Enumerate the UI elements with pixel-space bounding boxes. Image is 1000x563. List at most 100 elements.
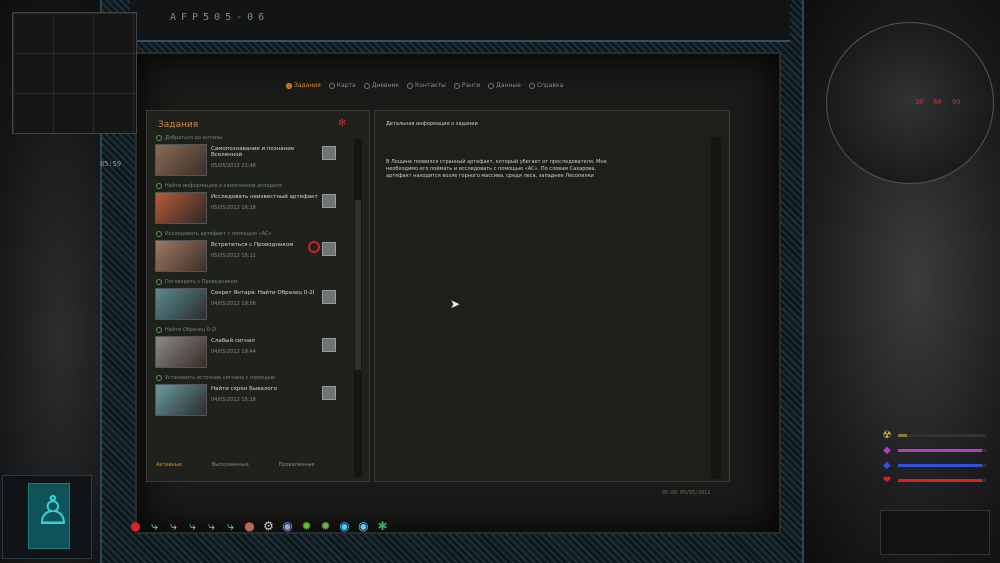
mouse-cursor-icon: ➤ xyxy=(450,297,461,311)
pda-serial: AFP505-06 xyxy=(170,12,270,23)
task-date: 05/05/2012 15:11 xyxy=(211,253,256,259)
task-date: 05/05/2012 16:18 xyxy=(211,205,256,211)
filter-completed[interactable]: Выполненные xyxy=(212,462,249,468)
objective-text: Установить источник сигнала с помощью xyxy=(165,375,275,381)
tasks-title: Задания xyxy=(158,120,199,130)
objective-item: Добраться до антены xyxy=(150,132,350,144)
artifact-icon: ✹ xyxy=(320,519,331,533)
tab-diary[interactable]: Дневник xyxy=(363,82,399,89)
stat-stamina: ◆ xyxy=(880,458,992,473)
boot-icon: ⤷ xyxy=(227,519,234,533)
task-portrait xyxy=(155,384,207,416)
task-item[interactable]: Встретиться с Проводником 05/05/2012 15:1… xyxy=(155,240,350,276)
task-title: Самопознавание и познание Вселенной xyxy=(211,146,295,158)
task-portrait xyxy=(155,240,207,272)
target-icon[interactable] xyxy=(308,241,320,253)
task-date: 04/05/2012 15:18 xyxy=(211,397,256,403)
task-title: Секрет Янтаря: Найти Образец 0-2I xyxy=(211,290,315,296)
tab-label: Ранги xyxy=(461,82,481,89)
biohazard-icon: ✻ xyxy=(338,118,347,129)
stat-fill xyxy=(898,464,982,467)
artifact-icon: ✱ xyxy=(377,519,388,533)
stamina-icon: ◆ xyxy=(883,459,891,471)
task-title: Найти схрон Бывалого xyxy=(211,386,277,392)
tab-label: Задания xyxy=(294,82,321,89)
objective-circle-icon xyxy=(156,231,162,237)
tab-tasks[interactable]: Задания xyxy=(286,82,321,89)
map-marker-icon[interactable] xyxy=(322,194,336,208)
map-marker-icon[interactable] xyxy=(322,290,336,304)
health-indicator-icon: ● xyxy=(130,519,141,533)
boot-icon: ⤷ xyxy=(208,519,215,533)
filter-active[interactable]: Активные xyxy=(156,462,182,468)
objective-item: Установить источник сигнала с помощью xyxy=(150,372,350,384)
tab-radio-icon xyxy=(488,82,495,89)
detector-value: 30 xyxy=(915,98,924,106)
task-filters: Активные Выполненные Проваленные xyxy=(156,462,315,468)
detector-device xyxy=(826,22,994,184)
artifact-belt: ● ⤷ ⤷ ⤷ ⤷ ⤷ ● ⚙ ◉ ✹ ✹ ◉ ◉ ✱ xyxy=(128,519,390,534)
artifact-icon: ◉ xyxy=(339,519,350,533)
artifact-icon: ✹ xyxy=(301,519,312,533)
artifact-icon: ◉ xyxy=(358,519,369,533)
tab-data[interactable]: Данные xyxy=(488,82,521,89)
objective-item: Найти информацию о самогонном аппарате xyxy=(150,180,350,192)
stat-radiation: ☢ xyxy=(880,428,992,443)
stat-psy: ◆ xyxy=(880,443,992,458)
task-item[interactable]: Исследовать неизвестный артефакт 05/05/20… xyxy=(155,192,350,228)
stat-fill xyxy=(898,479,982,482)
tab-label: Справка xyxy=(536,82,564,89)
filter-failed[interactable]: Проваленные xyxy=(279,462,315,468)
tab-help[interactable]: Справка xyxy=(528,82,564,89)
tab-label: Карта xyxy=(336,82,356,89)
map-marker-icon[interactable] xyxy=(322,146,336,160)
details-body: В Лощине появился странный артефакт, кот… xyxy=(386,159,607,179)
tab-radio-icon xyxy=(453,82,460,89)
tab-label: Данные xyxy=(496,82,521,89)
tab-radio-icon xyxy=(363,82,370,89)
task-item[interactable]: Найти схрон Бывалого 04/05/2012 15:18 xyxy=(155,384,350,420)
map-marker-icon[interactable] xyxy=(322,338,336,352)
task-date: 04/05/2012 19:56 xyxy=(211,301,256,307)
map-marker-icon[interactable] xyxy=(322,242,336,256)
stat-bar xyxy=(898,434,986,437)
objective-text: Поговорить с Проводником xyxy=(165,279,238,285)
task-title: Слабый сигнал xyxy=(211,338,255,344)
objective-circle-icon xyxy=(156,327,162,333)
task-portrait xyxy=(155,288,207,320)
tab-contacts[interactable]: Контакты xyxy=(407,82,446,89)
objective-item: Поговорить с Проводником xyxy=(150,276,350,288)
gear-icon: ⚙ xyxy=(263,519,274,533)
stat-fill xyxy=(898,434,907,437)
task-item[interactable]: Самопознавание и познание Вселенной 05/05… xyxy=(155,144,350,180)
map-marker-icon[interactable] xyxy=(322,386,336,400)
task-item[interactable]: Слабый сигнал 04/05/2012 19:44 xyxy=(155,336,350,372)
boot-icon: ⤷ xyxy=(189,519,196,533)
task-item[interactable]: Секрет Янтаря: Найти Образец 0-2I 04/05/2… xyxy=(155,288,350,324)
task-portrait xyxy=(155,144,207,176)
health-icon: ❤ xyxy=(882,474,892,486)
tab-map[interactable]: Карта xyxy=(328,82,356,89)
tasks-list: Добраться до антены Самопознавание и поз… xyxy=(150,132,350,462)
stat-bar xyxy=(898,479,986,482)
pda-clock: 05:00 05/05/2012 xyxy=(662,490,711,496)
task-portrait xyxy=(155,192,207,224)
tab-ranks[interactable]: Ранги xyxy=(453,82,481,89)
task-title: Встретиться с Проводником xyxy=(211,242,294,248)
objective-circle-icon xyxy=(156,279,162,285)
task-date: 04/05/2012 19:44 xyxy=(211,349,256,355)
tab-radio-icon xyxy=(528,82,535,89)
minimap xyxy=(12,12,137,134)
detector-value: 90 xyxy=(951,98,961,106)
food-icon: ● xyxy=(244,519,255,533)
detector-readout: 30 60 90 xyxy=(915,98,960,106)
details-header: Детальная информация о задании xyxy=(386,121,478,127)
boot-icon: ⤷ xyxy=(170,519,177,533)
objective-item: Исследовать артефакт с помощью «АС» xyxy=(150,228,350,240)
stat-health: ❤ xyxy=(880,473,992,488)
objective-circle-icon xyxy=(156,375,162,381)
objective-text: Найти информацию о самогонном аппарате xyxy=(165,183,282,189)
details-scrollbar[interactable] xyxy=(711,137,721,479)
player-stats: ☢ ◆ ◆ ❤ xyxy=(880,428,992,498)
tasks-scroll-thumb[interactable] xyxy=(355,200,361,370)
